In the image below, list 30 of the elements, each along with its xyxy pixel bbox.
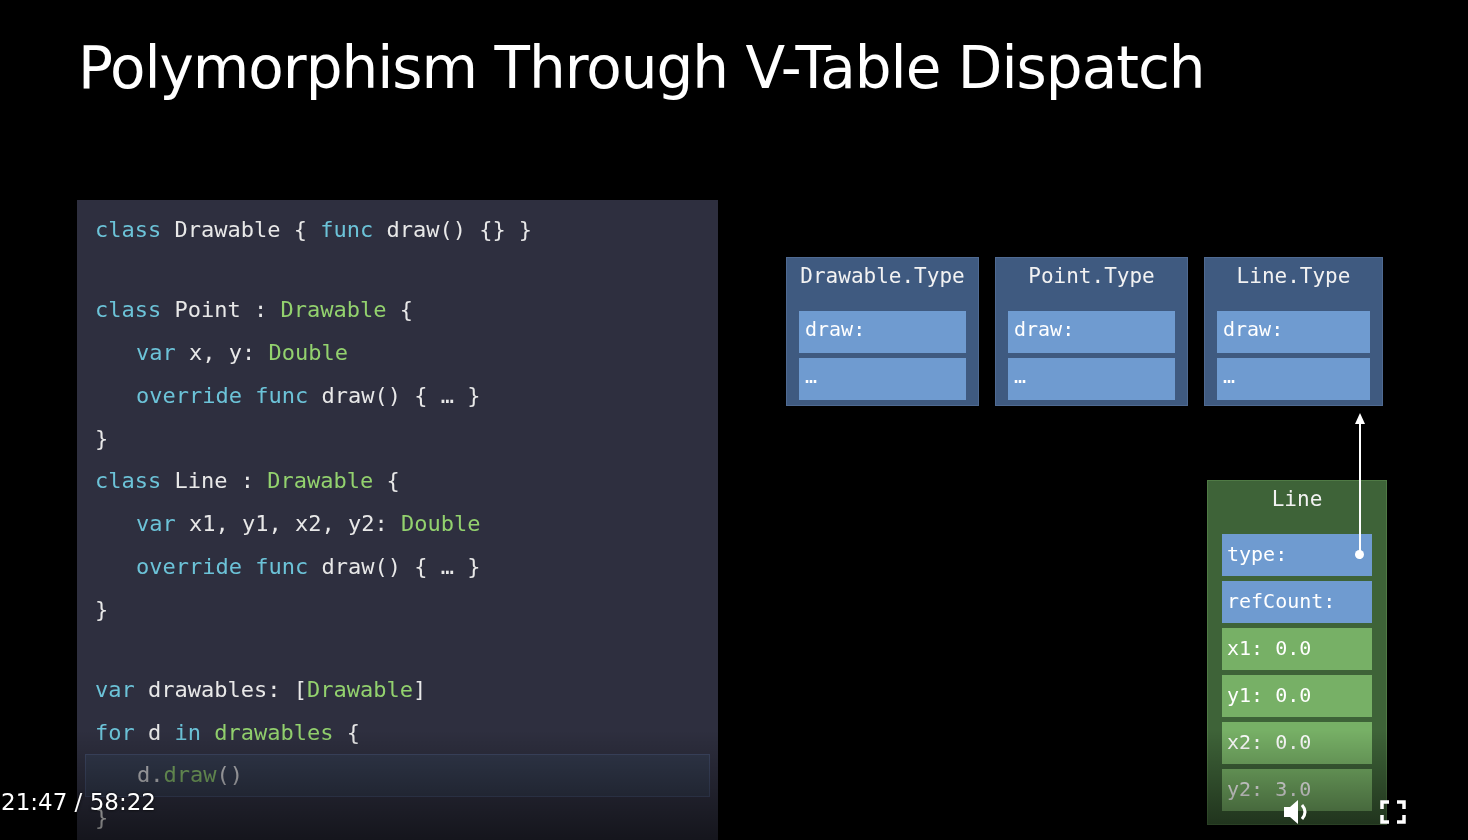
vtable-slot: draw: bbox=[1217, 311, 1370, 353]
object-field: x1: 0.0 bbox=[1222, 628, 1372, 670]
vtable-title: Line.Type bbox=[1236, 263, 1351, 290]
object-field: x2: 0.0 bbox=[1222, 722, 1372, 764]
vtable-slot: draw: bbox=[799, 311, 966, 353]
vtable-title: Drawable.Type bbox=[800, 263, 965, 290]
vtable-slot: … bbox=[1008, 358, 1175, 400]
object-field: type: bbox=[1222, 534, 1372, 576]
code-line: override func draw() { … } bbox=[136, 553, 481, 581]
pointer-dot bbox=[1355, 550, 1364, 559]
code-line: class Point : Drawable { bbox=[95, 297, 413, 324]
code-line: var x1, y1, x2, y2: Double bbox=[136, 511, 481, 538]
object-field: y2: 3.0 bbox=[1222, 769, 1372, 811]
code-line: } bbox=[95, 425, 109, 453]
code-line: var drawables: [Drawable] bbox=[95, 676, 427, 704]
object-field: y1: 0.0 bbox=[1222, 675, 1372, 717]
object-field: refCount: bbox=[1222, 581, 1372, 623]
code-line: } bbox=[95, 596, 109, 624]
vtable-slot: … bbox=[799, 358, 966, 400]
slide-title: Polymorphism Through V-Table Dispatch bbox=[77, 33, 1206, 104]
vtable-slot: draw: bbox=[1008, 311, 1175, 353]
code-line: override func draw() { … } bbox=[136, 382, 481, 410]
fullscreen-icon[interactable] bbox=[1380, 800, 1406, 824]
object-title: Line bbox=[1271, 486, 1323, 513]
code-line: for d in drawables { bbox=[95, 719, 360, 747]
vtable-title: Point.Type bbox=[1028, 263, 1155, 290]
code-line: class Drawable { func draw() {} } bbox=[95, 217, 533, 244]
code-line: var x, y: Double bbox=[136, 339, 348, 367]
vtable-slot: … bbox=[1217, 358, 1370, 400]
code-line: class Line : Drawable { bbox=[95, 468, 400, 496]
